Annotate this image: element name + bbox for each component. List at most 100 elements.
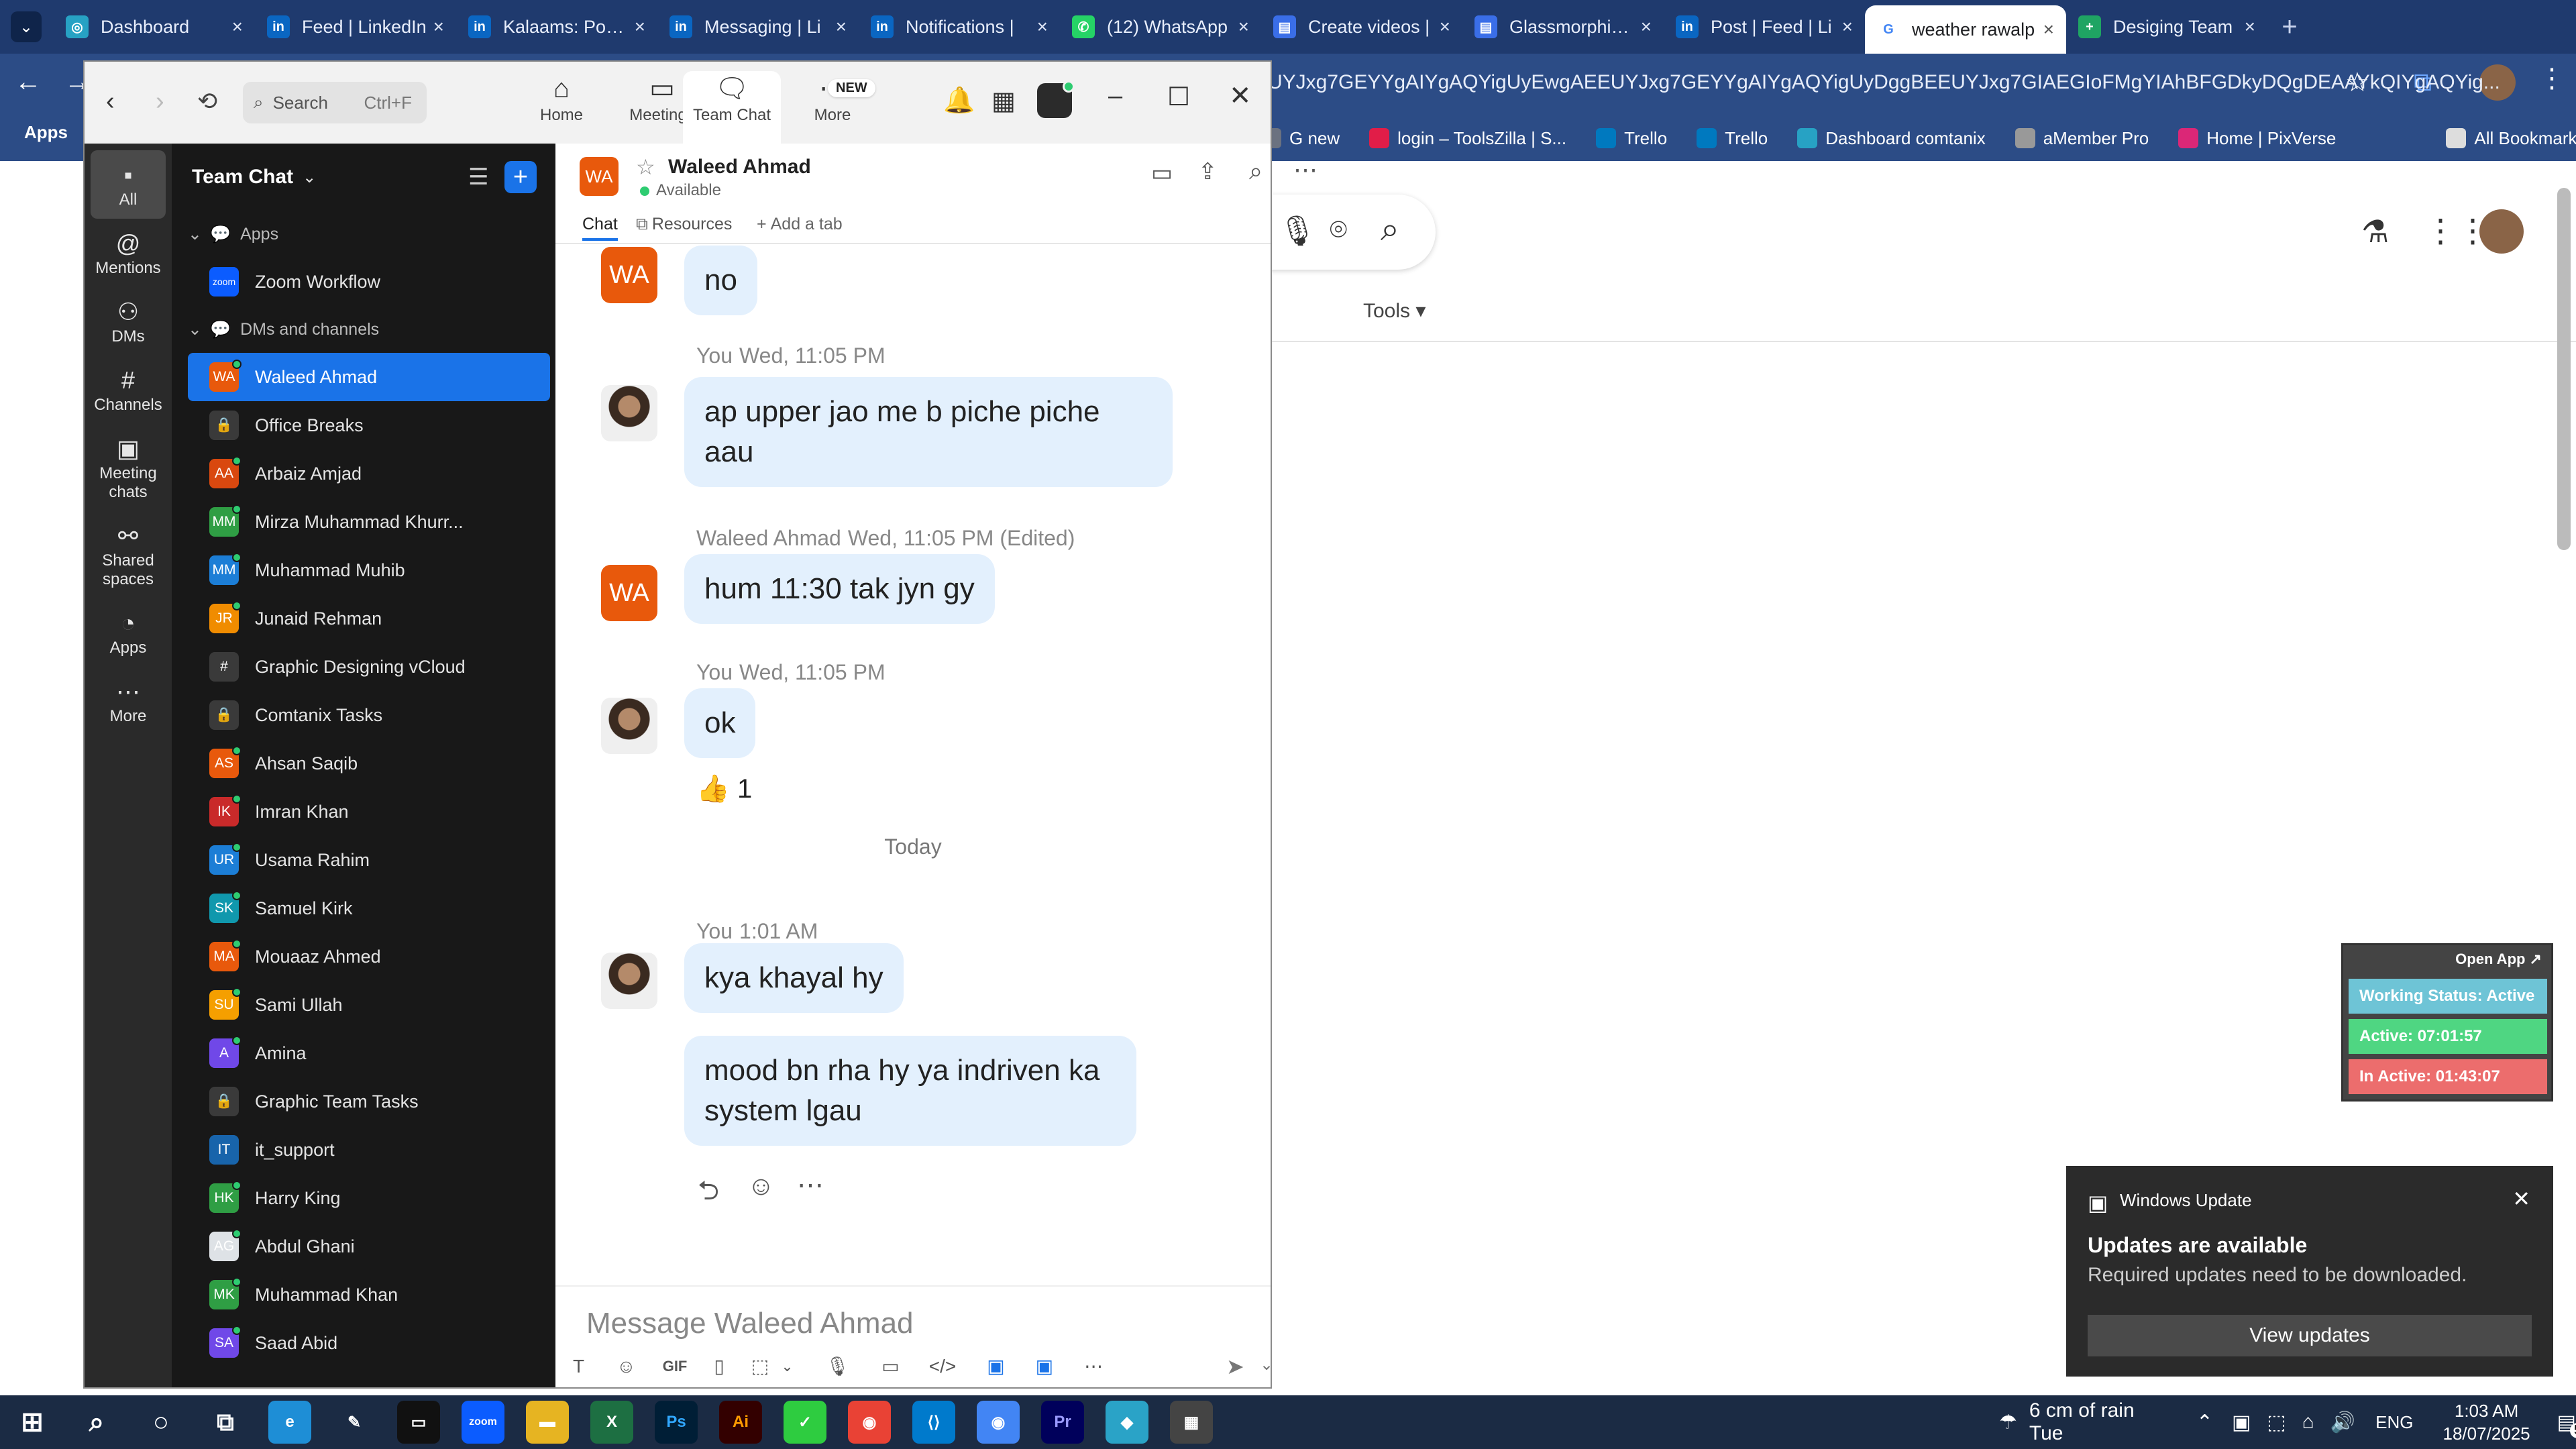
close-tab-icon[interactable]: ×	[2245, 16, 2255, 38]
close-tab-icon[interactable]: ×	[1842, 16, 1853, 38]
close-tab-icon[interactable]: ×	[1641, 16, 1652, 38]
minimize-icon[interactable]: –	[1108, 82, 1122, 111]
gif-button[interactable]: GIF	[663, 1358, 688, 1375]
add-reaction-icon[interactable]: ☺	[747, 1171, 775, 1201]
chevron-down-icon[interactable]: ⌄	[1260, 1355, 1273, 1375]
search-icon[interactable]: ⌕	[1249, 157, 1263, 186]
sender-avatar[interactable]	[601, 698, 657, 754]
sidebar-item[interactable]: A Amina	[188, 1029, 550, 1077]
sidebar-item[interactable]: MM Mirza Muhammad Khurr...	[188, 498, 550, 546]
contact-avatar[interactable]: WA	[580, 157, 619, 196]
photoshop-icon[interactable]: Ps	[655, 1401, 698, 1444]
calculator-icon[interactable]: ▦	[1170, 1401, 1213, 1444]
sidebar-item[interactable]: IT it_support	[188, 1126, 550, 1174]
language-indicator[interactable]: ENG	[2375, 1412, 2413, 1433]
tab-chat[interactable]: Chat	[582, 215, 618, 241]
sidebar-item[interactable]: MM Muhammad Muhib	[188, 546, 550, 594]
nav-team-chat[interactable]: 🗨 Team Chat	[683, 71, 781, 144]
nav-home[interactable]: ⌂ Home	[511, 71, 612, 125]
bookmark-item[interactable]: aMember Pro	[2015, 128, 2149, 149]
tab-search-button[interactable]: ⌄	[11, 11, 42, 42]
sidebar-item[interactable]: SA Saad Abid	[188, 1319, 550, 1367]
mic-icon[interactable]: 🎙	[1279, 213, 1316, 248]
message-bubble[interactable]: mood bn rha hy ya indriven ka system lgau	[684, 1036, 1136, 1146]
task-view-icon[interactable]: ⧉	[204, 1401, 247, 1444]
forward-icon[interactable]: ›	[156, 87, 164, 116]
browser-tab[interactable]: ▤ Create videos | ×	[1261, 6, 1462, 48]
sender-avatar[interactable]: WA	[601, 565, 657, 621]
premiere-icon[interactable]: Pr	[1041, 1401, 1084, 1444]
message-bubble[interactable]: hum 11:30 tak jyn gy	[684, 554, 995, 624]
sidebar-item[interactable]: UR Usama Rahim	[188, 836, 550, 884]
video-call-icon[interactable]: ▭	[1151, 160, 1173, 186]
close-tab-icon[interactable]: ×	[836, 16, 847, 38]
sidebar-item[interactable]: JR Junaid Rehman	[188, 594, 550, 643]
sidebar-item[interactable]: AG Abdul Ghani	[188, 1222, 550, 1271]
history-icon[interactable]: ⟲	[197, 87, 217, 115]
rail-item-dms[interactable]: ⚇ DMs	[85, 287, 172, 356]
browser-tab[interactable]: in Notifications | ×	[859, 6, 1060, 48]
reaction-chip[interactable]: 👍 1	[696, 773, 752, 804]
app-green-icon[interactable]: ✓	[784, 1401, 826, 1444]
calendar-icon[interactable]: ▦	[991, 86, 1016, 116]
message-bubble[interactable]: no	[684, 246, 757, 315]
edge-icon[interactable]: e	[268, 1401, 311, 1444]
sidebar-item[interactable]: HK Harry King	[188, 1174, 550, 1222]
close-icon[interactable]: ✕	[1229, 80, 1252, 111]
notification-center-icon[interactable]: ▤5	[2557, 1411, 2576, 1438]
browser-tab[interactable]: ◎ Dashboard ×	[54, 6, 255, 48]
app-diamond-icon[interactable]: ◆	[1106, 1401, 1148, 1444]
tools-menu[interactable]: Tools ▾	[1363, 299, 1426, 323]
browser-tab[interactable]: ✆ (12) WhatsApp ×	[1060, 6, 1261, 48]
page-scrollbar[interactable]	[2557, 188, 2571, 550]
sidebar-item-zoom-workflow[interactable]: zoom Zoom Workflow	[188, 258, 550, 306]
zoom-search-box[interactable]: ⌕ Search Ctrl+F	[243, 82, 427, 123]
dms-section-header[interactable]: ⌄ 💬 DMs and channels	[172, 306, 555, 353]
search-icon[interactable]: ⌕	[75, 1401, 118, 1444]
view-updates-button[interactable]: View updates	[2088, 1315, 2532, 1356]
tab-resources[interactable]: ⧉ Resources	[636, 215, 732, 234]
close-tab-icon[interactable]: ×	[2043, 19, 2054, 40]
new-tab-button[interactable]: +	[2273, 10, 2306, 44]
browser-tab[interactable]: in Feed | LinkedIn ×	[255, 6, 456, 48]
message-input[interactable]: Message Waleed Ahmad	[586, 1307, 914, 1340]
zoom-icon[interactable]: zoom	[462, 1401, 504, 1444]
google-search-box[interactable]: 🎙 ⌾ ⌕	[1261, 195, 1436, 270]
more-tools-icon[interactable]: ⋯	[1084, 1355, 1103, 1377]
close-tab-icon[interactable]: ×	[1440, 16, 1450, 38]
add-tab[interactable]: + Add a tab	[757, 215, 843, 234]
google-account-avatar[interactable]	[2479, 209, 2524, 254]
lens-icon[interactable]: ⌾	[1330, 213, 1347, 247]
message-bubble[interactable]: kya khayal hy	[684, 943, 904, 1013]
tray-icon[interactable]: ⬚	[2267, 1411, 2286, 1434]
excel-icon[interactable]: X	[590, 1401, 633, 1444]
tray-icon[interactable]: ▣	[2232, 1411, 2251, 1434]
sidebar-item[interactable]: MK Muhammad Khan	[188, 1271, 550, 1319]
browser-tab[interactable]: + Desiging Team ×	[2066, 6, 2267, 48]
sender-avatar[interactable]	[601, 385, 657, 441]
video-message-icon[interactable]: ▭	[881, 1355, 899, 1377]
file-explorer-icon[interactable]: ▬	[526, 1401, 569, 1444]
bell-icon[interactable]: 🔔	[943, 86, 975, 115]
chrome-icon[interactable]: ◉	[848, 1401, 891, 1444]
back-arrow-icon[interactable]: ←	[15, 67, 42, 97]
bookmark-item[interactable]: Dashboard comtanix	[1797, 128, 1986, 149]
sender-avatar[interactable]	[601, 953, 657, 1009]
send-icon[interactable]: ➤	[1226, 1354, 1244, 1379]
code-snippet-icon[interactable]: </>	[929, 1356, 956, 1377]
screenshot-icon[interactable]: ⬚	[751, 1355, 769, 1377]
chevron-up-icon[interactable]: ⌃	[2196, 1411, 2213, 1434]
rail-item-more[interactable]: ⋯ More	[85, 667, 172, 735]
chrome-active-icon[interactable]: ◉	[977, 1401, 1020, 1444]
rail-item-mentions[interactable]: @ Mentions	[85, 219, 172, 287]
sidebar-item[interactable]: AS Ahsan Saqib	[188, 739, 550, 788]
terminal-icon[interactable]: ▭	[397, 1401, 440, 1444]
contact-name[interactable]: Waleed Ahmad	[668, 156, 811, 178]
rail-item-channels[interactable]: # Channels	[85, 356, 172, 424]
browser-tab[interactable]: ▤ Glassmorphism ×	[1462, 6, 1664, 48]
rail-item-all[interactable]: ▪ All	[91, 150, 166, 219]
browser-tab[interactable]: in Post | Feed | Li ×	[1664, 6, 1865, 48]
format-text-icon[interactable]: T	[573, 1356, 584, 1377]
rail-item-meeting-chats[interactable]: ▣ Meeting chats	[85, 424, 172, 511]
sidebar-item[interactable]: IK Imran Khan	[188, 788, 550, 836]
